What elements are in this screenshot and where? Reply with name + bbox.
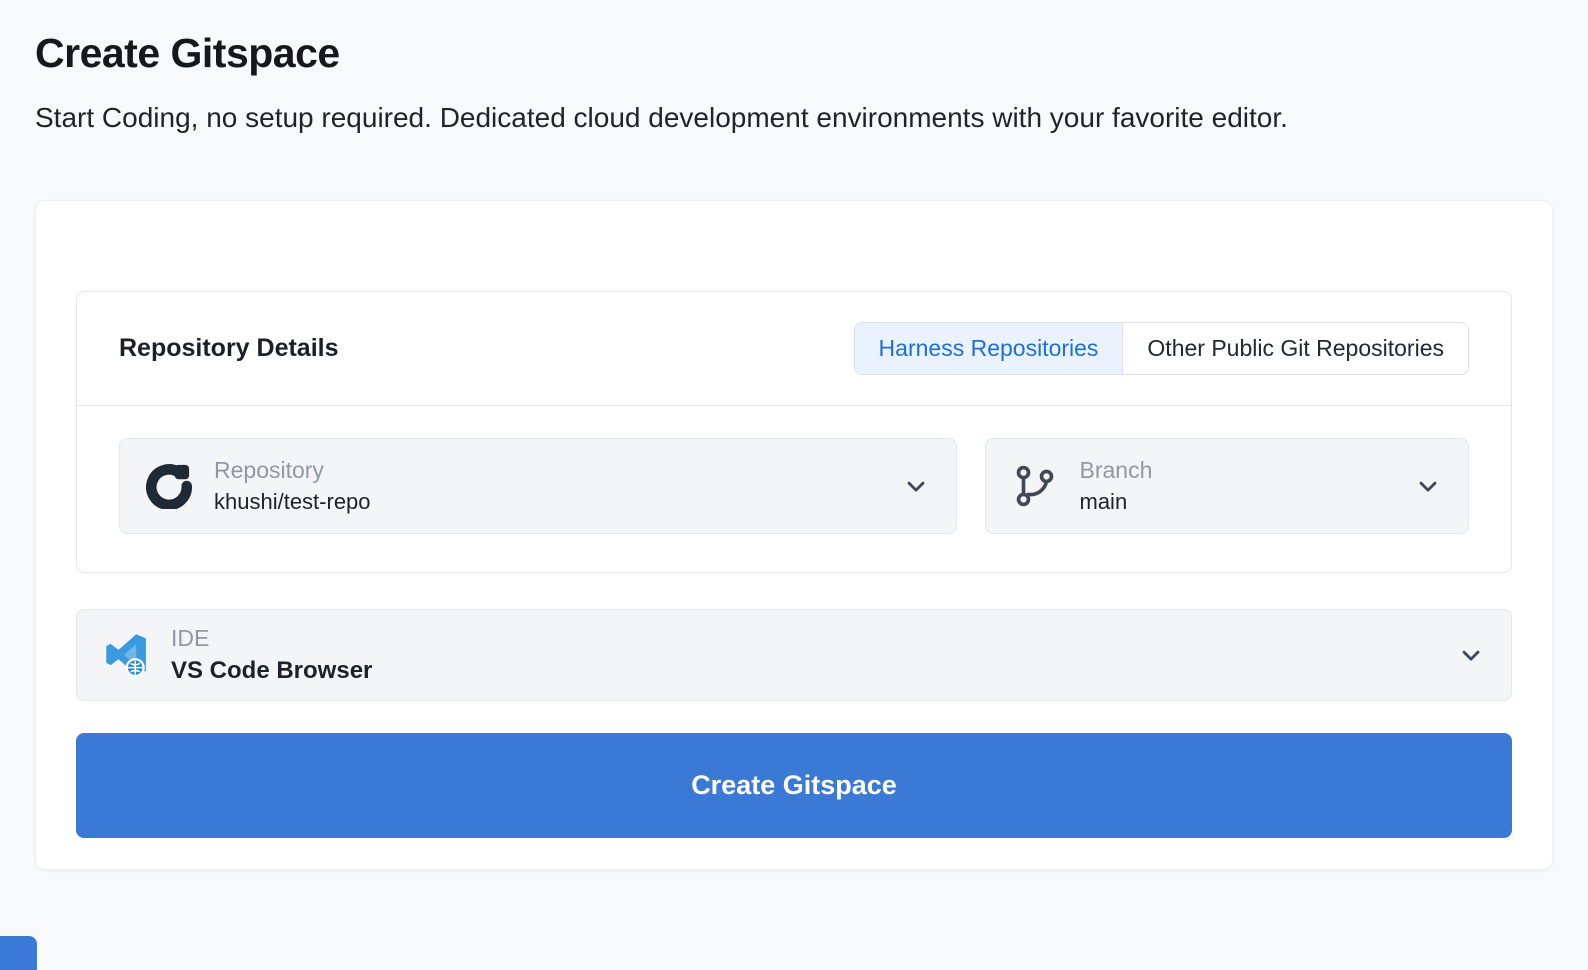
chevron-down-icon xyxy=(1414,472,1442,500)
branch-select[interactable]: Branch main xyxy=(985,438,1470,534)
repository-label: Repository xyxy=(214,457,880,484)
chevron-down-icon xyxy=(902,472,930,500)
repository-select[interactable]: Repository khushi/test-repo xyxy=(119,438,957,534)
repository-details-header: Repository Details Harness Repositories … xyxy=(77,292,1511,405)
repo-icon xyxy=(146,463,192,509)
git-branch-icon xyxy=(1012,463,1058,509)
repository-source-toggle: Harness Repositories Other Public Git Re… xyxy=(854,322,1469,375)
create-gitspace-page: Create Gitspace Start Coding, no setup r… xyxy=(0,0,1588,970)
branch-select-text: Branch main xyxy=(1080,457,1393,515)
chevron-down-icon xyxy=(1457,641,1485,669)
vscode-browser-icon xyxy=(103,632,149,678)
ide-label: IDE xyxy=(171,625,1435,652)
repository-details-section: Repository Details Harness Repositories … xyxy=(76,291,1512,573)
tab-other-public-git-repositories[interactable]: Other Public Git Repositories xyxy=(1122,323,1468,374)
branch-value: main xyxy=(1080,489,1393,515)
repository-details-heading: Repository Details xyxy=(119,334,339,363)
repository-branch-row: Repository khushi/test-repo xyxy=(77,405,1511,572)
ide-select[interactable]: IDE VS Code Browser xyxy=(76,609,1512,701)
repository-select-text: Repository khushi/test-repo xyxy=(214,457,880,515)
page-title: Create Gitspace xyxy=(35,30,1553,77)
ide-select-text: IDE VS Code Browser xyxy=(171,625,1435,685)
tab-harness-repositories[interactable]: Harness Repositories xyxy=(855,323,1123,374)
ide-value: VS Code Browser xyxy=(171,657,1435,685)
floating-action-partial[interactable] xyxy=(0,936,37,970)
repository-value: khushi/test-repo xyxy=(214,489,880,515)
page-subtitle: Start Coding, no setup required. Dedicat… xyxy=(35,99,1495,138)
gitspace-form-card: Repository Details Harness Repositories … xyxy=(35,200,1553,870)
branch-label: Branch xyxy=(1080,457,1393,484)
create-gitspace-button[interactable]: Create Gitspace xyxy=(76,733,1512,838)
